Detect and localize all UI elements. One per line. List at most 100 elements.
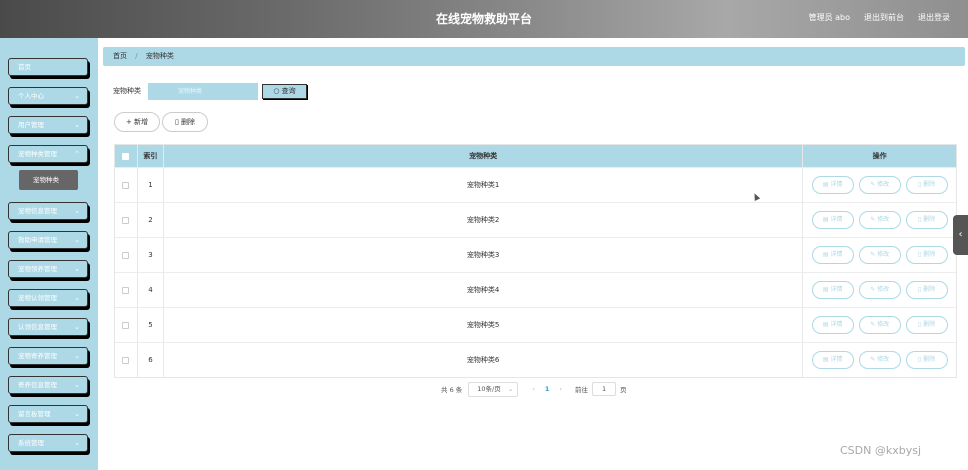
- sidebar-item-home[interactable]: 首页: [8, 58, 88, 76]
- detail-button[interactable]: ▤ 详情: [811, 316, 854, 334]
- pet-category-table: 索引 宠物种类 操作 1 宠物种类1 ▤ 详情 ✎ 修改 ▯ 删除 2 宠物种类…: [114, 144, 957, 378]
- sidebar-item-rescue-application-management[interactable]: 救助申请管理 ⌄: [8, 231, 88, 249]
- sidebar-item-label: 宠物种类管理: [18, 150, 57, 158]
- detail-button[interactable]: ▤ 详情: [811, 351, 854, 369]
- watermark: CSDN @kxbysj: [840, 444, 922, 457]
- detail-icon: ▤: [822, 251, 829, 258]
- add-button[interactable]: + 新增: [114, 112, 160, 132]
- next-page-button[interactable]: ›: [559, 385, 562, 393]
- delete-button[interactable]: ▯ 删除: [905, 176, 948, 194]
- trash-icon: ▯: [918, 216, 922, 223]
- detail-label: 详情: [830, 321, 843, 328]
- table-row: 6 宠物种类6 ▤ 详情 ✎ 修改 ▯ 删除: [115, 342, 956, 377]
- edit-button[interactable]: ✎ 修改: [858, 246, 901, 264]
- batch-delete-button[interactable]: ▯ 删除: [162, 112, 208, 132]
- delete-button[interactable]: ▯ 删除: [905, 211, 948, 229]
- row-name: 宠物种类1: [164, 168, 804, 202]
- delete-button[interactable]: ▯ 删除: [905, 281, 948, 299]
- breadcrumb-separator: /: [135, 52, 138, 60]
- detail-icon: ▤: [822, 356, 829, 363]
- prev-page-button[interactable]: ‹: [532, 385, 535, 393]
- row-name: 宠物种类5: [164, 308, 804, 342]
- search-button-label: 查询: [281, 87, 296, 95]
- chevron-down-icon: ⌄: [74, 236, 80, 244]
- row-name: 宠物种类2: [164, 203, 804, 237]
- logout-link[interactable]: 退出登录: [918, 12, 950, 23]
- edit-button[interactable]: ✎ 修改: [858, 351, 901, 369]
- detail-icon: ▤: [822, 321, 829, 328]
- sidebar-item-personal-center[interactable]: 个人中心 ⌄: [8, 87, 88, 105]
- chevron-down-icon: ⌄: [74, 121, 80, 129]
- goto-page-input[interactable]: 1: [592, 382, 617, 396]
- page-size-select[interactable]: 10条/页 ⌄: [468, 381, 519, 397]
- delete-button-label: 删除: [181, 118, 196, 126]
- row-checkbox[interactable]: [122, 286, 130, 294]
- edit-label: 修改: [877, 286, 890, 293]
- goto-prefix: 前往: [575, 386, 589, 394]
- delete-button[interactable]: ▯ 删除: [905, 316, 948, 334]
- row-checkbox[interactable]: [122, 356, 130, 364]
- breadcrumb-home[interactable]: 首页: [113, 52, 127, 60]
- row-checkbox-cell: [115, 308, 138, 342]
- edit-label: 修改: [877, 321, 890, 328]
- sidebar-item-pet-foster-management[interactable]: 宠物寄养管理 ⌄: [8, 347, 88, 365]
- detail-button[interactable]: ▤ 详情: [811, 246, 854, 264]
- table-row: 3 宠物种类3 ▤ 详情 ✎ 修改 ▯ 删除: [115, 237, 956, 272]
- goto-suffix: 页: [620, 386, 627, 394]
- detail-label: 详情: [830, 356, 843, 363]
- current-page-number[interactable]: 1: [545, 385, 550, 393]
- sidebar: 首页 个人中心 ⌄ 用户管理 ⌄ 宠物种类管理 ⌃ 宠物种类 宠物信息管理 ⌄ 救助申请…: [0, 38, 98, 470]
- sidebar-item-pet-info-management[interactable]: 宠物信息管理 ⌄: [8, 202, 88, 220]
- detail-button[interactable]: ▤ 详情: [811, 176, 854, 194]
- row-checkbox[interactable]: [122, 251, 130, 259]
- edit-button[interactable]: ✎ 修改: [858, 281, 901, 299]
- sidebar-item-message-board-management[interactable]: 留言板管理 ⌄: [8, 405, 88, 423]
- delete-label: 删除: [923, 321, 936, 328]
- edit-button[interactable]: ✎ 修改: [858, 316, 901, 334]
- row-checkbox[interactable]: [122, 181, 130, 189]
- sidebar-item-user-management[interactable]: 用户管理 ⌄: [8, 116, 88, 134]
- sidebar-item-label: 寄养信息管理: [18, 381, 57, 389]
- search-button[interactable]: ○ 查询: [262, 84, 307, 99]
- sidebar-item-pet-adoption-management[interactable]: 宠物领养管理 ⌄: [8, 260, 88, 278]
- detail-label: 详情: [830, 286, 843, 293]
- plus-icon: +: [125, 118, 132, 126]
- trash-icon: ▯: [174, 118, 179, 126]
- back-to-front-link[interactable]: 退出到前台: [864, 12, 904, 23]
- search-icon: ○: [273, 87, 280, 95]
- edit-icon: ✎: [870, 356, 876, 363]
- table-row: 4 宠物种类4 ▤ 详情 ✎ 修改 ▯ 删除: [115, 272, 956, 307]
- sidebar-item-pet-claim-management[interactable]: 宠物认领管理 ⌄: [8, 289, 88, 307]
- select-all-checkbox[interactable]: [122, 152, 130, 160]
- row-checkbox[interactable]: [122, 321, 130, 329]
- detail-button[interactable]: ▤ 详情: [811, 281, 854, 299]
- collapse-panel-tab[interactable]: ‹: [953, 215, 968, 255]
- row-actions: ▤ 详情 ✎ 修改 ▯ 删除: [803, 343, 956, 377]
- row-checkbox[interactable]: [122, 216, 130, 224]
- chevron-down-icon: ⌄: [74, 410, 80, 418]
- sidebar-item-label: 系统管理: [18, 439, 44, 447]
- search-input[interactable]: [148, 83, 258, 100]
- chevron-down-icon: ⌄: [74, 323, 80, 331]
- sidebar-item-label: 宠物认领管理: [18, 294, 57, 302]
- header-links: 管理员 abo 退出到前台 退出登录: [809, 12, 950, 23]
- table-body: 1 宠物种类1 ▤ 详情 ✎ 修改 ▯ 删除 2 宠物种类2 ▤ 详情 ✎ 修改…: [115, 167, 956, 377]
- delete-button[interactable]: ▯ 删除: [905, 246, 948, 264]
- sidebar-item-pet-category-management[interactable]: 宠物种类管理 ⌃: [8, 145, 88, 163]
- delete-button[interactable]: ▯ 删除: [905, 351, 948, 369]
- delete-label: 删除: [923, 251, 936, 258]
- row-index: 5: [138, 308, 164, 342]
- sidebar-item-claim-info-management[interactable]: 认领信息管理 ⌄: [8, 318, 88, 336]
- edit-icon: ✎: [870, 321, 876, 328]
- delete-label: 删除: [923, 216, 936, 223]
- edit-button[interactable]: ✎ 修改: [858, 176, 901, 194]
- header-ops: 操作: [872, 152, 887, 160]
- row-index: 6: [138, 343, 164, 377]
- sidebar-item-system-management[interactable]: 系统管理 ⌄: [8, 434, 88, 452]
- edit-button[interactable]: ✎ 修改: [858, 211, 901, 229]
- detail-button[interactable]: ▤ 详情: [811, 211, 854, 229]
- submenu-item-pet-category[interactable]: 宠物种类: [19, 170, 78, 190]
- header-index: 索引: [138, 145, 164, 167]
- table-row: 5 宠物种类5 ▤ 详情 ✎ 修改 ▯ 删除: [115, 307, 956, 342]
- sidebar-item-foster-info-management[interactable]: 寄养信息管理 ⌄: [8, 376, 88, 394]
